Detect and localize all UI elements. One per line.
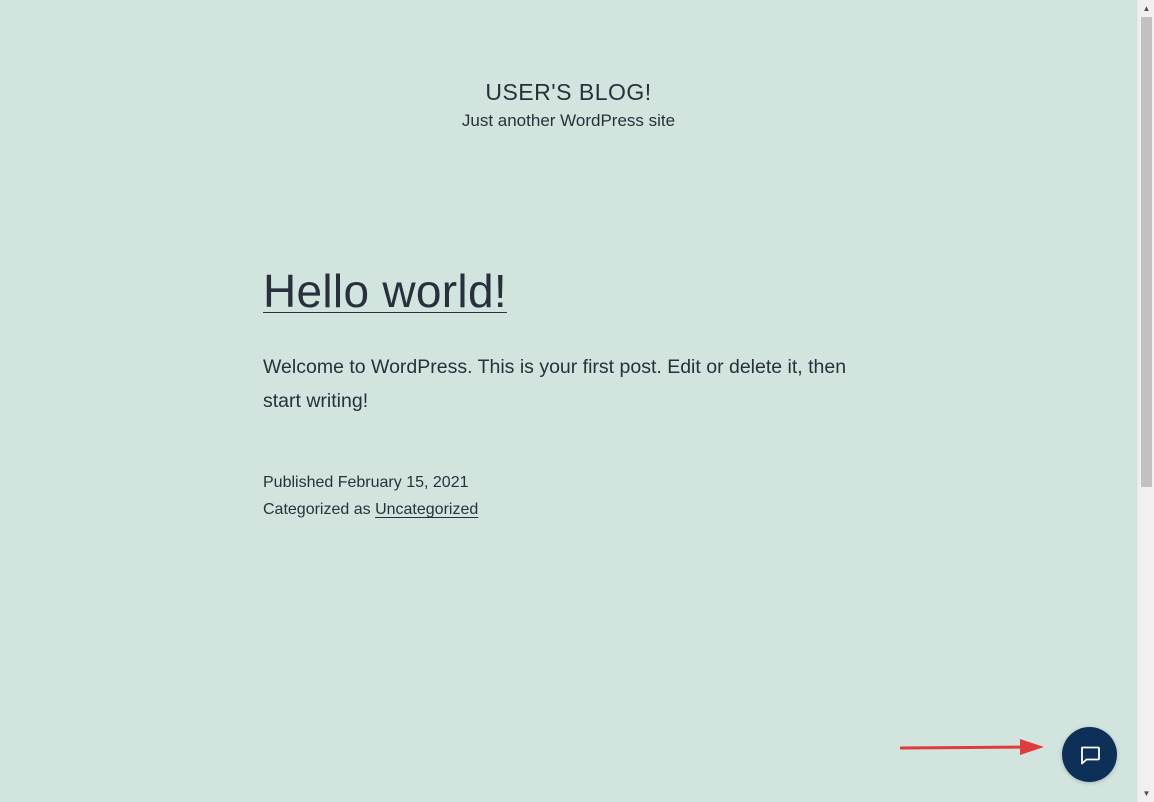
site-header: USER'S BLOG! Just another WordPress site [0, 76, 1137, 133]
post-meta: Published February 15, 2021 Categorized … [263, 469, 478, 523]
scroll-up-arrow-icon[interactable]: ▲ [1138, 0, 1154, 17]
site-description: Just another WordPress site [461, 111, 676, 130]
annotation-arrow-icon [900, 739, 1044, 755]
scrollbar-thumb[interactable] [1141, 17, 1152, 487]
page: USER'S BLOG! Just another WordPress site… [0, 0, 1137, 802]
chat-button[interactable] [1062, 727, 1117, 782]
post-content: Welcome to WordPress. This is your first… [263, 356, 847, 412]
site-title[interactable]: USER'S BLOG! [0, 76, 1137, 108]
category-line: Categorized as Uncategorized [263, 496, 478, 523]
published-line: Published February 15, 2021 [263, 469, 478, 496]
scroll-down-arrow-icon[interactable]: ▼ [1138, 785, 1154, 802]
chat-bubble-icon [1080, 746, 1100, 764]
published-date: February 15, 2021 [337, 474, 469, 491]
post-title-link[interactable]: Hello world! [263, 262, 507, 320]
vertical-scrollbar[interactable]: ▲ ▼ [1137, 0, 1154, 802]
published-label: Published [263, 474, 334, 491]
category-link[interactable]: Uncategorized [375, 501, 478, 518]
category-label: Categorized as [263, 501, 371, 518]
